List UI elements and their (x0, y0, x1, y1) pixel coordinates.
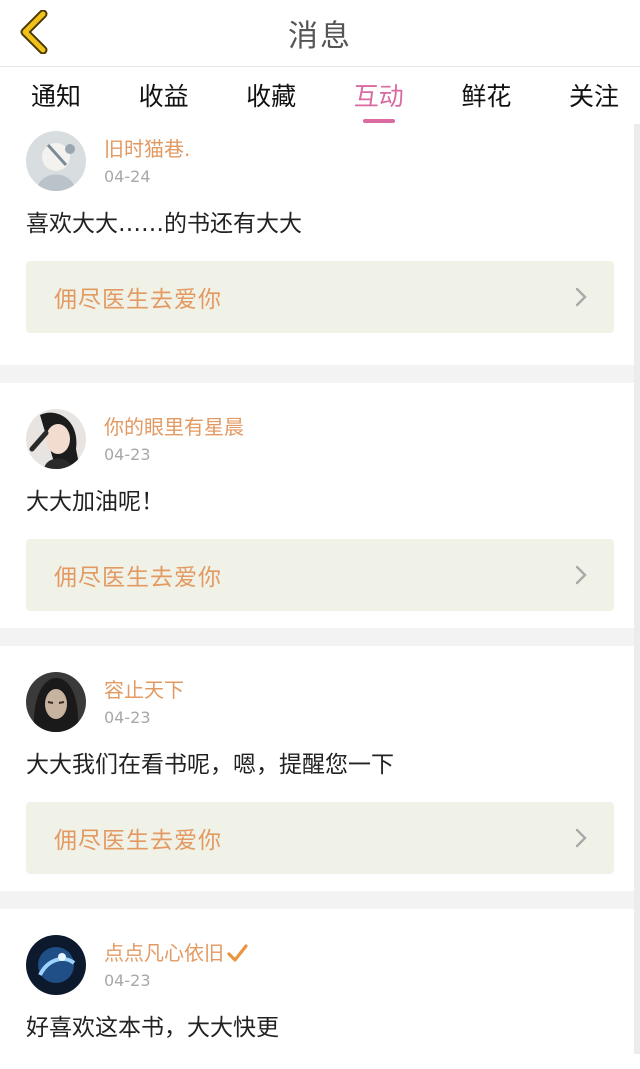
divider (0, 891, 640, 909)
chevron-right-icon (575, 565, 587, 585)
book-title: 佣尽医生去爱你 (54, 828, 222, 854)
message-card: 点点凡心依旧 04-23 好喜欢这本书，大大快更 (0, 909, 640, 1069)
tab-favorites[interactable]: 收藏 (241, 77, 301, 125)
avatar[interactable] (26, 672, 86, 732)
timestamp: 04-24 (104, 167, 151, 186)
tab-earnings[interactable]: 收益 (134, 77, 194, 125)
book-link[interactable]: 佣尽医生去爱你 (26, 539, 614, 611)
tab-bar: 通知 收益 收藏 互动 鲜花 关注 (0, 67, 640, 125)
chevron-left-icon (20, 10, 48, 54)
tab-notifications[interactable]: 通知 (26, 77, 86, 125)
comment-text: 喜欢大大……的书还有大大 (26, 211, 302, 237)
tab-interactions[interactable]: 互动 (349, 77, 409, 125)
timestamp: 04-23 (104, 445, 151, 464)
timestamp: 04-23 (104, 708, 151, 727)
chevron-right-icon (575, 287, 587, 307)
comment-text: 大大加油呢！ (26, 489, 164, 515)
avatar[interactable] (26, 409, 86, 469)
book-link[interactable]: 佣尽医生去爱你 (26, 261, 614, 333)
avatar[interactable] (26, 935, 86, 995)
username[interactable]: 你的眼里有星晨 (104, 415, 244, 439)
divider (0, 365, 640, 383)
message-card: 容止天下 04-23 大大我们在看书呢，嗯，提醒您一下 佣尽医生去爱你 (0, 646, 640, 891)
username[interactable]: 点点凡心依旧 (104, 941, 248, 965)
message-list: 旧时猫巷. 04-24 喜欢大大……的书还有大大 佣尽医生去爱你 你的眼里有星晨… (0, 125, 640, 1069)
back-button[interactable] (14, 8, 54, 56)
username[interactable]: 旧时猫巷. (104, 137, 190, 161)
scrollbar[interactable] (634, 124, 640, 1054)
book-link[interactable]: 佣尽医生去爱你 (26, 802, 614, 874)
top-bar: 消息 (0, 0, 640, 67)
book-title: 佣尽医生去爱你 (54, 287, 222, 313)
comment-text: 好喜欢这本书，大大快更 (26, 1015, 279, 1041)
message-card: 旧时猫巷. 04-24 喜欢大大……的书还有大大 佣尽医生去爱你 (0, 125, 640, 365)
tab-follows[interactable]: 关注 (564, 77, 624, 125)
check-icon (227, 944, 248, 962)
username-text: 点点凡心依旧 (104, 941, 224, 965)
chevron-right-icon (575, 828, 587, 848)
message-card: 你的眼里有星晨 04-23 大大加油呢！ 佣尽医生去爱你 (0, 383, 640, 628)
page-title: 消息 (288, 19, 352, 54)
tab-flowers[interactable]: 鲜花 (456, 77, 516, 125)
book-title: 佣尽医生去爱你 (54, 565, 222, 591)
divider (0, 628, 640, 646)
comment-text: 大大我们在看书呢，嗯，提醒您一下 (26, 752, 394, 778)
username[interactable]: 容止天下 (104, 678, 184, 702)
timestamp: 04-23 (104, 971, 151, 990)
avatar[interactable] (26, 131, 86, 191)
